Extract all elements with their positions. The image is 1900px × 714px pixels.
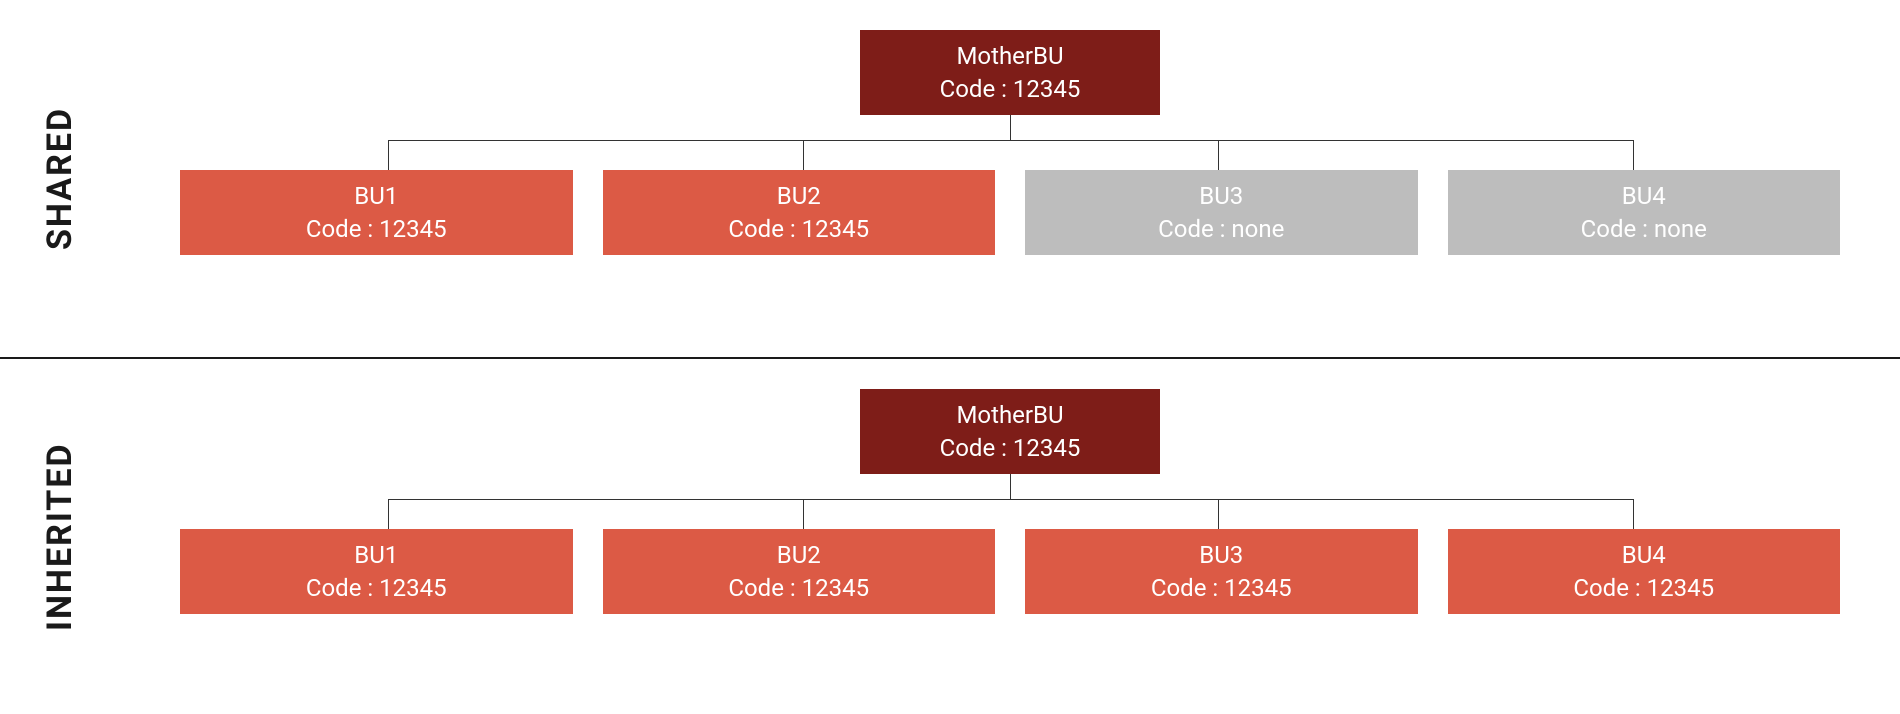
section-label-inherited: INHERITED	[0, 359, 120, 714]
node-child-bu2-shared: BU2 Code : 12345	[603, 170, 996, 255]
node-code: Code : 12345	[728, 213, 869, 245]
node-name: BU3	[1199, 180, 1243, 212]
section-inherited: INHERITED MotherBU Code : 12345 BU1	[0, 357, 1900, 714]
node-name: MotherBU	[956, 40, 1063, 72]
node-child-bu1-inherited: BU1 Code : 12345	[180, 529, 573, 614]
section-label-shared: SHARED	[0, 0, 120, 357]
node-child-bu1-shared: BU1 Code : 12345	[180, 170, 573, 255]
section-shared: SHARED MotherBU Code : 12345 BU1 Cod	[0, 0, 1900, 357]
node-code: Code : 12345	[728, 572, 869, 604]
node-child-bu4-shared: BU4 Code : none	[1448, 170, 1841, 255]
children-row-inherited: BU1 Code : 12345 BU2 Code : 12345 BU3 Co…	[180, 529, 1840, 614]
node-code: Code : 12345	[1151, 572, 1292, 604]
node-code: Code : 12345	[940, 73, 1081, 105]
node-parent-shared: MotherBU Code : 12345	[860, 30, 1160, 115]
node-code: Code : 12345	[306, 572, 447, 604]
connectors-inherited	[180, 474, 1840, 529]
children-row-shared: BU1 Code : 12345 BU2 Code : 12345 BU3 Co…	[180, 170, 1840, 255]
node-child-bu3-inherited: BU3 Code : 12345	[1025, 529, 1418, 614]
node-parent-inherited: MotherBU Code : 12345	[860, 389, 1160, 474]
node-code: Code : none	[1158, 213, 1284, 245]
node-code: Code : 12345	[1573, 572, 1714, 604]
node-code: Code : 12345	[306, 213, 447, 245]
node-code: Code : 12345	[940, 432, 1081, 464]
node-name: BU1	[354, 539, 398, 571]
tree-shared: MotherBU Code : 12345 BU1 Code : 12345 B…	[120, 0, 1900, 357]
node-child-bu4-inherited: BU4 Code : 12345	[1448, 529, 1841, 614]
node-name: BU2	[777, 539, 821, 571]
node-child-bu3-shared: BU3 Code : none	[1025, 170, 1418, 255]
node-name: BU3	[1199, 539, 1243, 571]
tree-inherited: MotherBU Code : 12345 BU1 Code : 12345 B…	[120, 359, 1900, 714]
connectors-shared	[180, 115, 1840, 170]
node-name: MotherBU	[956, 399, 1063, 431]
node-code: Code : none	[1581, 213, 1707, 245]
node-name: BU2	[777, 180, 821, 212]
node-name: BU4	[1622, 180, 1666, 212]
node-name: BU4	[1622, 539, 1666, 571]
node-name: BU1	[354, 180, 398, 212]
node-child-bu2-inherited: BU2 Code : 12345	[603, 529, 996, 614]
